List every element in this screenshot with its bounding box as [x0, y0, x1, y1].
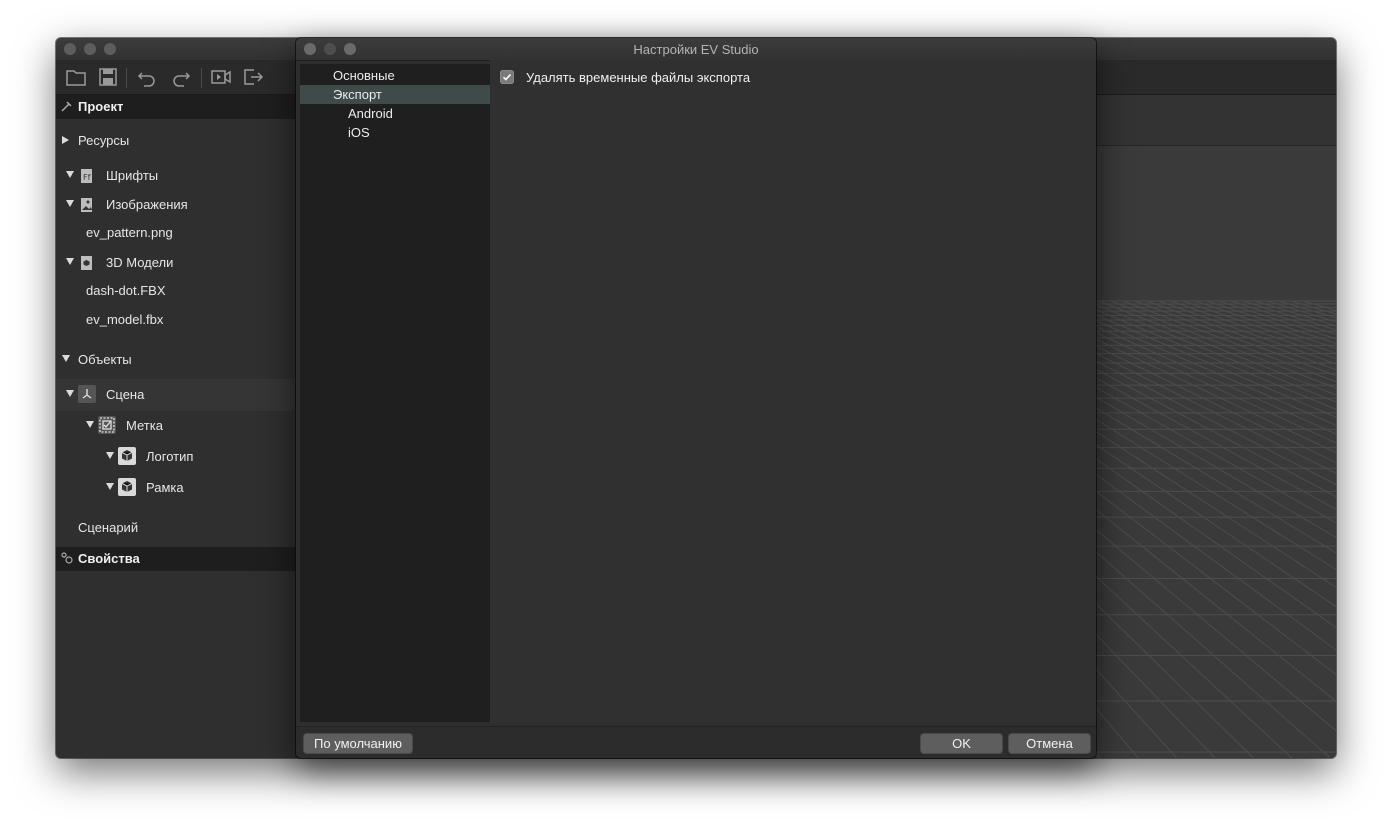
- nav-item-android[interactable]: Android: [300, 104, 490, 123]
- project-section-header[interactable]: Проект: [56, 95, 295, 119]
- svg-text:Ff: Ff: [83, 173, 91, 182]
- restore-defaults-button[interactable]: По умолчанию: [304, 734, 412, 753]
- save-icon[interactable]: [97, 66, 119, 88]
- model-file-icon: [80, 255, 94, 271]
- chevron-right-icon[interactable]: [62, 136, 69, 144]
- zoom-window-button[interactable]: [104, 43, 116, 55]
- tree-item-scenario[interactable]: Сценарий: [78, 520, 138, 540]
- chevron-down-icon[interactable]: [86, 421, 94, 428]
- close-window-button[interactable]: [64, 43, 76, 55]
- chevron-down-icon[interactable]: [62, 355, 70, 362]
- dialog-title: Настройки EV Studio: [633, 42, 759, 57]
- project-panel: Проект Ресурсы Ff Шрифты Изображения ev_…: [56, 95, 295, 758]
- tree-item-model-file[interactable]: dash-dot.FBX: [86, 283, 166, 303]
- delete-temp-files-label[interactable]: Удалять временные файлы экспорта: [526, 70, 750, 85]
- viewport-header: [1095, 95, 1336, 146]
- axes-icon: [78, 385, 96, 403]
- hammer-icon: [60, 99, 74, 113]
- scene-viewport[interactable]: [1095, 146, 1336, 758]
- redo-icon[interactable]: [170, 66, 192, 88]
- cancel-button[interactable]: Отмена: [1009, 734, 1090, 753]
- cube-icon: [118, 447, 136, 465]
- settings-content: Удалять временные файлы экспорта: [490, 60, 1096, 724]
- dialog-titlebar: Настройки EV Studio: [296, 38, 1096, 61]
- font-file-icon: Ff: [80, 168, 94, 184]
- settings-nav: Основные Экспорт Android iOS: [300, 64, 490, 722]
- properties-section-header[interactable]: Свойства: [56, 547, 295, 571]
- folder-open-icon[interactable]: [65, 66, 87, 88]
- nav-item-ios[interactable]: iOS: [300, 123, 490, 142]
- delete-temp-files-checkbox[interactable]: [500, 70, 514, 84]
- ok-button[interactable]: OK: [921, 734, 1002, 753]
- minimize-window-button[interactable]: [84, 43, 96, 55]
- preview-icon[interactable]: [210, 66, 232, 88]
- cube-icon: [118, 478, 136, 496]
- settings-dialog: Настройки EV Studio Основные Экспорт And…: [296, 38, 1096, 758]
- gears-icon: [60, 551, 74, 565]
- nav-item-general[interactable]: Основные: [300, 66, 490, 85]
- chevron-down-icon[interactable]: [66, 390, 74, 397]
- chevron-down-icon[interactable]: [106, 483, 114, 490]
- export-icon[interactable]: [242, 66, 264, 88]
- properties-header-label: Свойства: [78, 551, 140, 566]
- nav-item-export[interactable]: Экспорт: [300, 85, 490, 104]
- dialog-footer: По умолчанию OK Отмена: [296, 726, 1096, 758]
- project-header-label: Проект: [78, 99, 124, 114]
- undo-icon[interactable]: [136, 66, 158, 88]
- chevron-down-icon[interactable]: [66, 171, 74, 178]
- checkmark-icon: [502, 73, 512, 81]
- chevron-down-icon[interactable]: [106, 452, 114, 459]
- tree-item-image-file[interactable]: ev_pattern.png: [86, 225, 173, 245]
- ground-grid: [1095, 300, 1336, 758]
- chevron-down-icon[interactable]: [66, 200, 74, 207]
- marker-icon: [98, 416, 116, 434]
- image-file-icon: [80, 197, 94, 213]
- tree-item-model-file[interactable]: ev_model.fbx: [86, 312, 163, 332]
- chevron-down-icon[interactable]: [66, 258, 74, 265]
